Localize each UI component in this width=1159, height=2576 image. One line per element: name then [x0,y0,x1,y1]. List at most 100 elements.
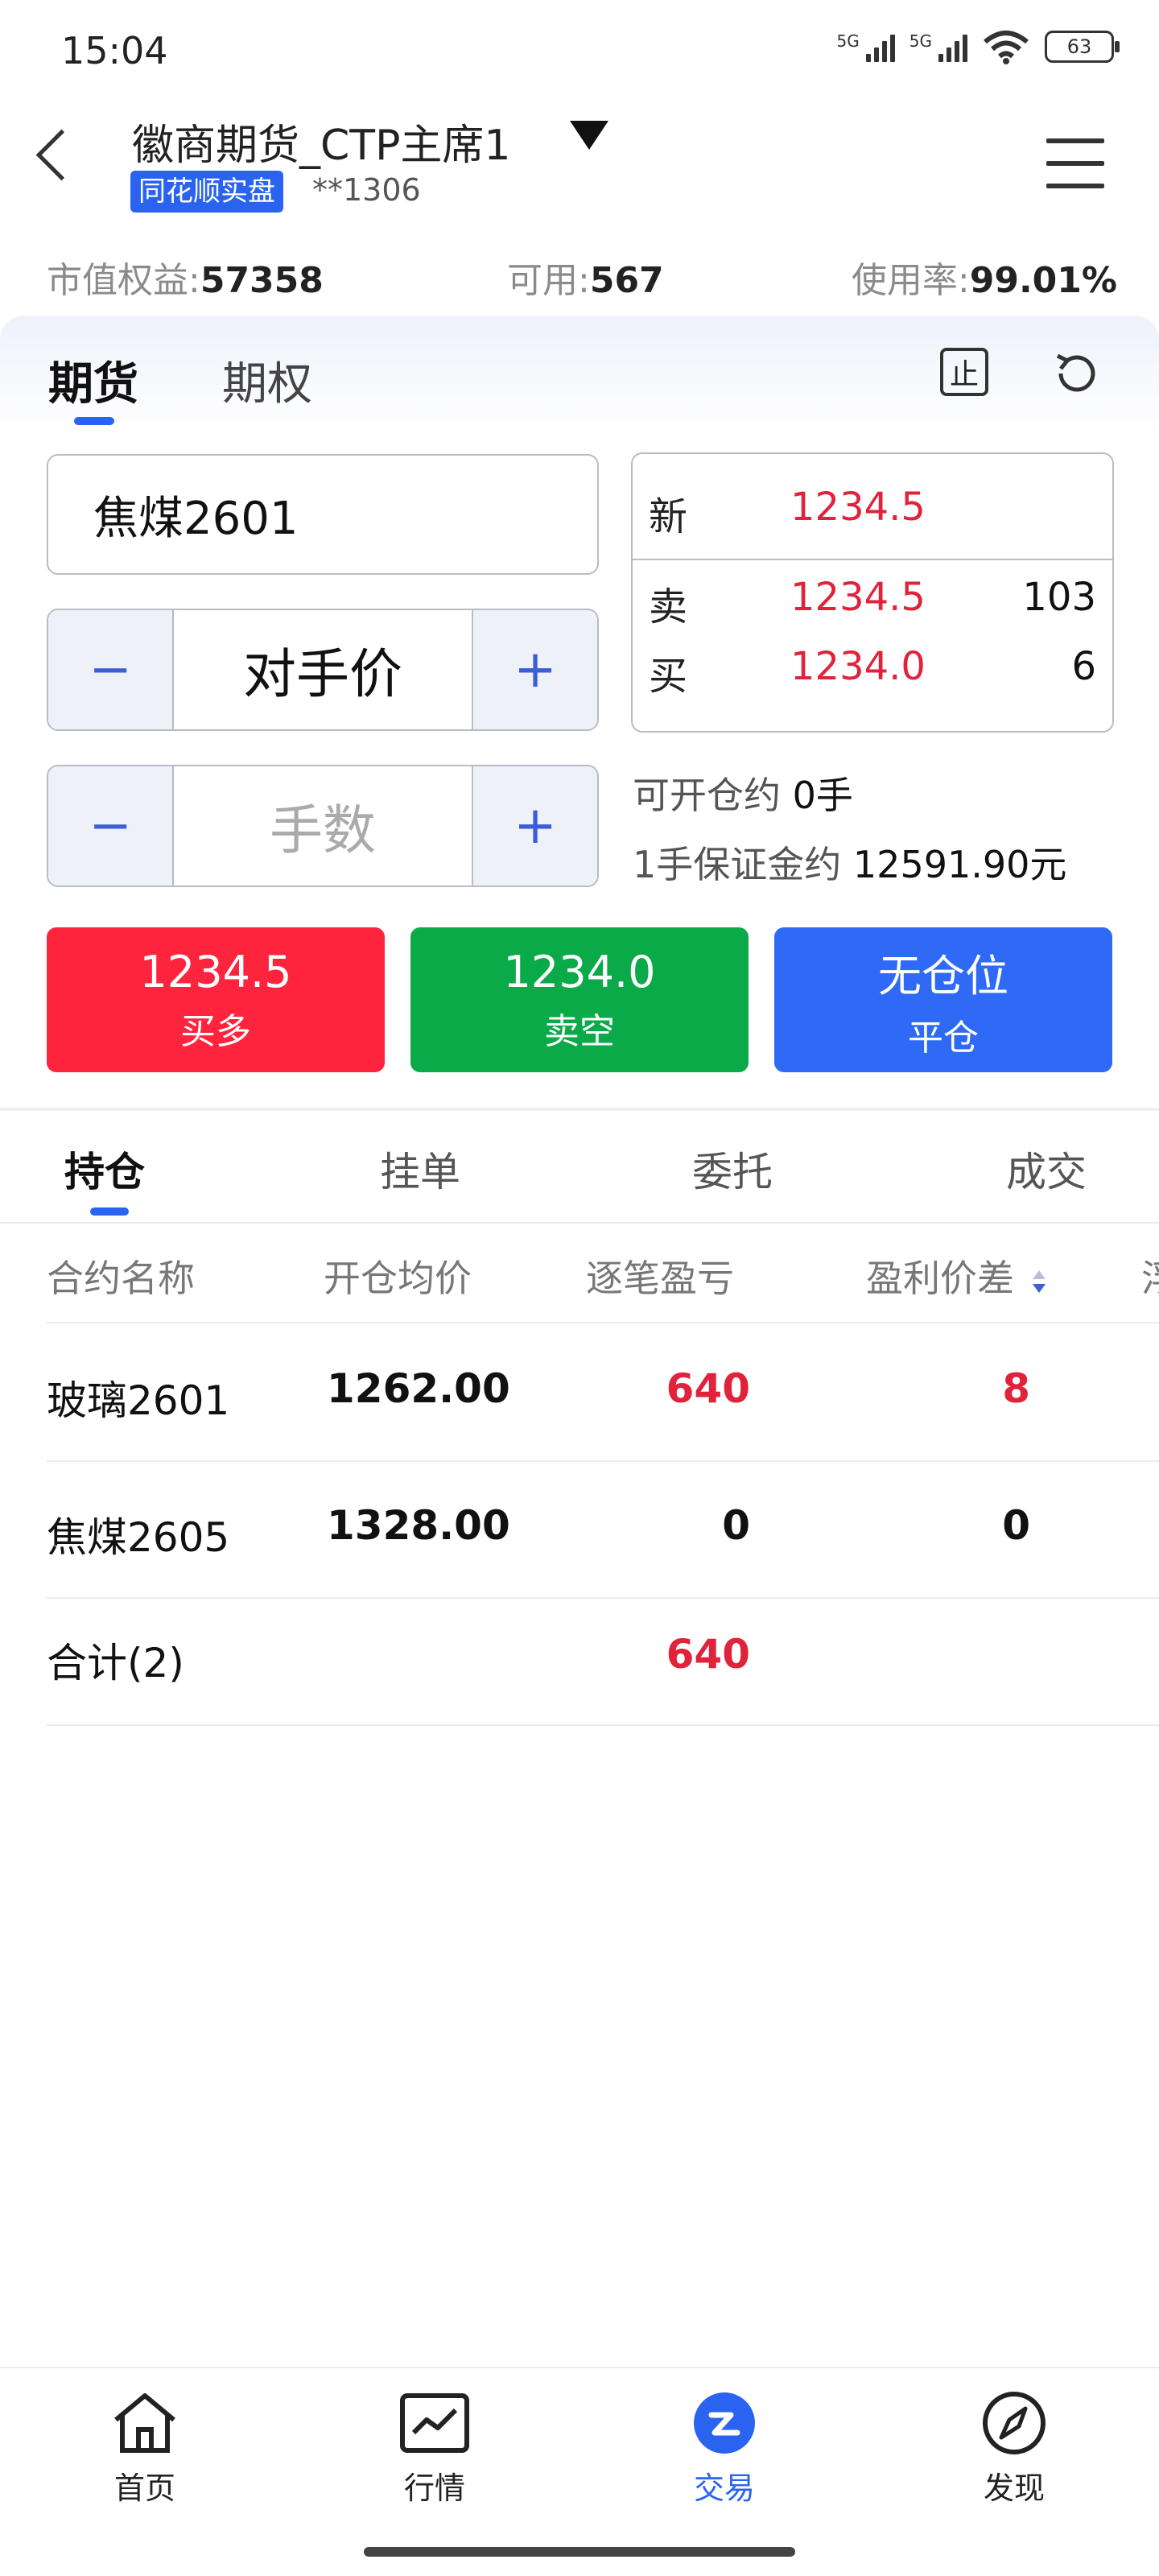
row1-spread: 8 [1002,1365,1030,1412]
col-profit-spread[interactable]: 盈利价差 [866,1249,1047,1302]
margin-label: 1手保证金约 [633,843,842,886]
account-number: **1306 [312,172,421,208]
last-price-value: 1234.5 [790,485,926,530]
quote-divider [633,559,1112,560]
ask-volume: 103 [1022,575,1096,620]
home-indicator[interactable] [364,2547,795,2557]
bottom-nav-divider [0,2367,1159,2368]
tab-options[interactable]: 期权 [222,348,312,413]
signal-icon-2: 5G [909,31,967,62]
price-plus-button[interactable]: + [472,610,597,729]
sell-short-button[interactable]: 1234.0 卖空 [410,927,749,1072]
row2-contract[interactable]: 焦煤2605 [47,1505,229,1563]
tab-positions-indicator [90,1208,129,1216]
battery-icon: 63 [1045,31,1120,63]
total-label: 合计(2) [47,1640,184,1686]
last-price-label: 新 [649,494,688,539]
menu-icon[interactable] [1046,138,1104,206]
sort-icon[interactable] [1031,1269,1047,1294]
table-header-divider [47,1322,1159,1323]
wifi-icon [984,31,1029,64]
margin-value: 12591.90元 [852,843,1067,886]
nav-trade-label: 交易 [693,2471,755,2506]
tab-pending-orders[interactable]: 挂单 [380,1140,460,1198]
bid-label: 买 [649,654,688,699]
col-contract-name: 合约名称 [47,1257,195,1300]
battery-level: 63 [1066,35,1092,58]
row2-pnl: 0 [722,1502,750,1549]
bid-price[interactable]: 1234.0 [790,644,926,689]
nav-discover-label: 发现 [983,2471,1045,2506]
chart-icon [400,2393,469,2453]
network-type-label-2: 5G [909,31,932,51]
tab-orders[interactable]: 委托 [692,1140,773,1198]
ask-price[interactable]: 1234.5 [790,575,926,620]
table-total-divider [47,1724,1159,1726]
tab-trades[interactable]: 成交 [1006,1140,1087,1198]
nav-home-label: 首页 [113,2471,175,2506]
source-badge: 同花顺实盘 [130,171,283,213]
price-mode-field[interactable]: 对手价 [174,610,472,729]
contract-input[interactable]: 焦煤2601 [47,454,599,575]
usage-value: 99.01% [969,260,1117,301]
quantity-minus-button[interactable]: − [48,766,174,886]
openable-label: 可开仓约 [633,774,781,817]
table-row-divider-2 [47,1597,1159,1599]
close-status: 无仓位 [878,950,1008,1001]
col-trade-pnl: 逐笔盈亏 [586,1257,734,1300]
quote-panel: 新 1234.5 卖 1234.5 103 买 1234.0 6 [631,452,1114,733]
nav-discover[interactable]: 发现 [934,2391,1095,2508]
nav-market[interactable]: 行情 [354,2391,515,2508]
buy-label: 买多 [180,1010,251,1052]
row1-pnl: 640 [666,1365,750,1412]
nav-trade[interactable]: 交易 [644,2391,805,2508]
available-label: 可用: [507,260,590,301]
section-divider [0,1108,1159,1111]
close-position-button[interactable]: 无仓位 平仓 [774,927,1112,1072]
available-value: 567 [589,260,664,301]
status-time: 15:04 [61,29,168,72]
close-label: 平仓 [908,1017,979,1059]
openable-info: 可开仓约 0手 [633,766,853,819]
usage-label: 使用率: [851,260,970,301]
trade-icon [694,2392,755,2454]
tabs-divider [0,1222,1159,1224]
account-title[interactable]: 徽商期货_CTP主席1 [132,111,511,171]
tab-futures[interactable]: 期货 [48,348,138,413]
col-floating-pnl: 浮 [1141,1249,1159,1302]
market-equity-label: 市值权益: [47,260,200,301]
buy-price: 1234.5 [139,946,292,997]
market-equity-value: 57358 [200,260,324,301]
refresh-icon[interactable] [1051,348,1103,399]
network-type-label: 5G [836,31,860,51]
bid-volume: 6 [1071,644,1096,689]
row1-contract[interactable]: 玻璃2601 [47,1368,229,1426]
margin-info: 1手保证金约 12591.90元 [633,836,1066,889]
signal-icon: 5G [837,31,895,62]
compass-icon [983,2392,1046,2454]
sell-price: 1234.0 [503,946,656,997]
openable-value: 0手 [792,774,853,817]
account-dropdown-caret-icon[interactable] [570,121,608,150]
price-stepper: − 对手价 + [47,609,599,731]
nav-market-label: 行情 [403,2471,465,2506]
col-profit-spread-label: 盈利价差 [866,1257,1014,1300]
quantity-stepper: − 手数 + [47,765,599,887]
quantity-input[interactable]: 手数 [174,766,472,886]
stop-order-icon[interactable]: 止 [940,348,988,396]
status-icons: 5G 5G 63 [837,29,1120,64]
buy-long-button[interactable]: 1234.5 买多 [47,927,385,1072]
back-chevron-icon[interactable] [35,129,88,181]
total-pnl: 640 [666,1631,750,1678]
sell-label: 卖空 [544,1010,615,1052]
tab-futures-indicator [74,417,114,425]
row2-avg-price: 1328.00 [327,1502,510,1549]
tab-positions[interactable]: 持仓 [64,1140,145,1198]
ask-label: 卖 [649,584,688,630]
row2-spread: 0 [1002,1502,1030,1549]
row1-avg-price: 1262.00 [327,1365,510,1412]
price-minus-button[interactable]: − [48,610,174,729]
nav-home[interactable]: 首页 [64,2391,225,2508]
quantity-plus-button[interactable]: + [472,766,597,886]
table-row-divider [47,1460,1159,1462]
